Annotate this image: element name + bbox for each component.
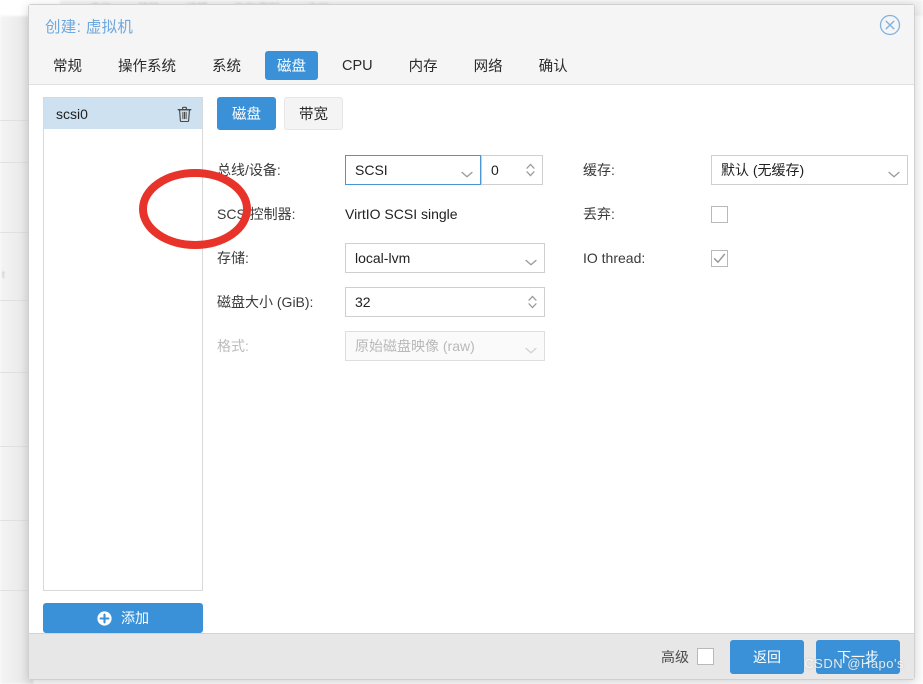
io-thread-label: IO thread:: [583, 250, 711, 266]
next-button[interactable]: 下一步: [816, 640, 900, 674]
format-label: 格式:: [217, 336, 345, 356]
close-circle-icon[interactable]: [879, 14, 901, 36]
disk-settings-column: 磁盘 带宽 总线/设备: SCSI: [203, 97, 908, 633]
field-cache: 缓存: 默认 (无缓存): [583, 152, 908, 188]
bus-device-label: 总线/设备:: [217, 160, 345, 180]
io-thread-checkbox[interactable]: [711, 250, 728, 267]
tab-cpu[interactable]: CPU: [330, 54, 385, 78]
wizard-tabbar: 常规 操作系统 系统 磁盘 CPU 内存 网络 确认: [29, 47, 914, 85]
field-discard: 丢弃:: [583, 196, 908, 232]
field-io-thread: IO thread:: [583, 240, 908, 276]
discard-checkbox[interactable]: [711, 206, 728, 223]
field-disk-size: 磁盘大小 (GiB): 32: [217, 284, 557, 320]
chevron-down-icon: [524, 342, 538, 351]
field-format: 格式: 原始磁盘映像 (raw): [217, 328, 557, 364]
storage-select[interactable]: local-lvm: [345, 243, 545, 273]
disk-list-column: scsi0: [43, 97, 203, 633]
disks-panel: scsi0: [29, 85, 914, 633]
dialog-title: 创建: 虚拟机: [29, 15, 133, 37]
tab-system[interactable]: 系统: [200, 51, 253, 80]
format-select-value: 原始磁盘映像 (raw): [355, 336, 518, 356]
dialog-titlebar: 创建: 虚拟机: [29, 5, 914, 47]
cache-select[interactable]: 默认 (无缓存): [711, 155, 908, 185]
device-number-stepper[interactable]: 0: [481, 155, 543, 185]
disk-list-item-label: scsi0: [56, 106, 88, 122]
tab-memory[interactable]: 内存: [397, 51, 450, 80]
tab-network[interactable]: 网络: [462, 51, 515, 80]
cache-label: 缓存:: [583, 160, 711, 180]
scsi-controller-value: VirtIO SCSI single: [345, 206, 458, 222]
subtab-bandwidth[interactable]: 带宽: [284, 97, 343, 130]
advanced-label: 高级: [661, 647, 689, 667]
tab-general[interactable]: 常规: [41, 51, 94, 80]
chevron-down-icon: [524, 254, 538, 263]
spinner-arrows-icon[interactable]: [527, 293, 538, 311]
plus-circle-icon: [97, 611, 112, 626]
disk-size-value: 32: [355, 294, 521, 310]
advanced-toggle[interactable]: 高级: [661, 647, 714, 667]
dialog-footer: 高级 返回 下一步 CSDN @Hapo's: [29, 633, 914, 679]
advanced-checkbox[interactable]: [697, 648, 714, 665]
bus-select-value: SCSI: [355, 162, 454, 178]
device-number-value: 0: [491, 162, 519, 178]
disk-form: 总线/设备: SCSI 0: [217, 152, 908, 372]
trash-icon[interactable]: [177, 106, 192, 122]
scsi-controller-label: SCSI控制器:: [217, 204, 345, 224]
field-scsi-controller: SCSI控制器: VirtIO SCSI single: [217, 196, 557, 232]
storage-select-value: local-lvm: [355, 250, 518, 266]
field-storage: 存储: local-lvm: [217, 240, 557, 276]
chevron-down-icon: [887, 166, 901, 175]
cache-select-value: 默认 (无缓存): [721, 160, 881, 180]
storage-label: 存储:: [217, 248, 345, 268]
disk-list-item-scsi0[interactable]: scsi0: [44, 98, 202, 130]
disk-list: scsi0: [43, 97, 203, 591]
checkmark-icon: [712, 251, 727, 266]
background-sidebar-label: t: [2, 270, 5, 281]
discard-label: 丢弃:: [583, 204, 711, 224]
disk-subtabs: 磁盘 带宽: [217, 97, 908, 130]
tab-os[interactable]: 操作系统: [106, 51, 188, 80]
disk-size-label: 磁盘大小 (GiB):: [217, 292, 345, 312]
disk-form-left: 总线/设备: SCSI 0: [217, 152, 557, 372]
chevron-down-icon: [460, 166, 474, 175]
format-select: 原始磁盘映像 (raw): [345, 331, 545, 361]
back-button[interactable]: 返回: [730, 640, 804, 674]
create-vm-dialog: 创建: 虚拟机 常规 操作系统 系统 磁盘 CPU 内存 网络 确认 scsi0: [28, 4, 915, 680]
add-disk-button[interactable]: 添加: [43, 603, 203, 633]
disk-form-right: 缓存: 默认 (无缓存) 丢弃:: [557, 152, 908, 372]
bus-select[interactable]: SCSI: [345, 155, 481, 185]
tab-disks[interactable]: 磁盘: [265, 51, 318, 80]
field-bus-device: 总线/设备: SCSI 0: [217, 152, 557, 188]
spinner-arrows-icon[interactable]: [525, 161, 536, 179]
subtab-disk[interactable]: 磁盘: [217, 97, 276, 130]
add-disk-button-label: 添加: [121, 608, 149, 628]
tab-confirm[interactable]: 确认: [527, 51, 580, 80]
disk-size-stepper[interactable]: 32: [345, 287, 545, 317]
